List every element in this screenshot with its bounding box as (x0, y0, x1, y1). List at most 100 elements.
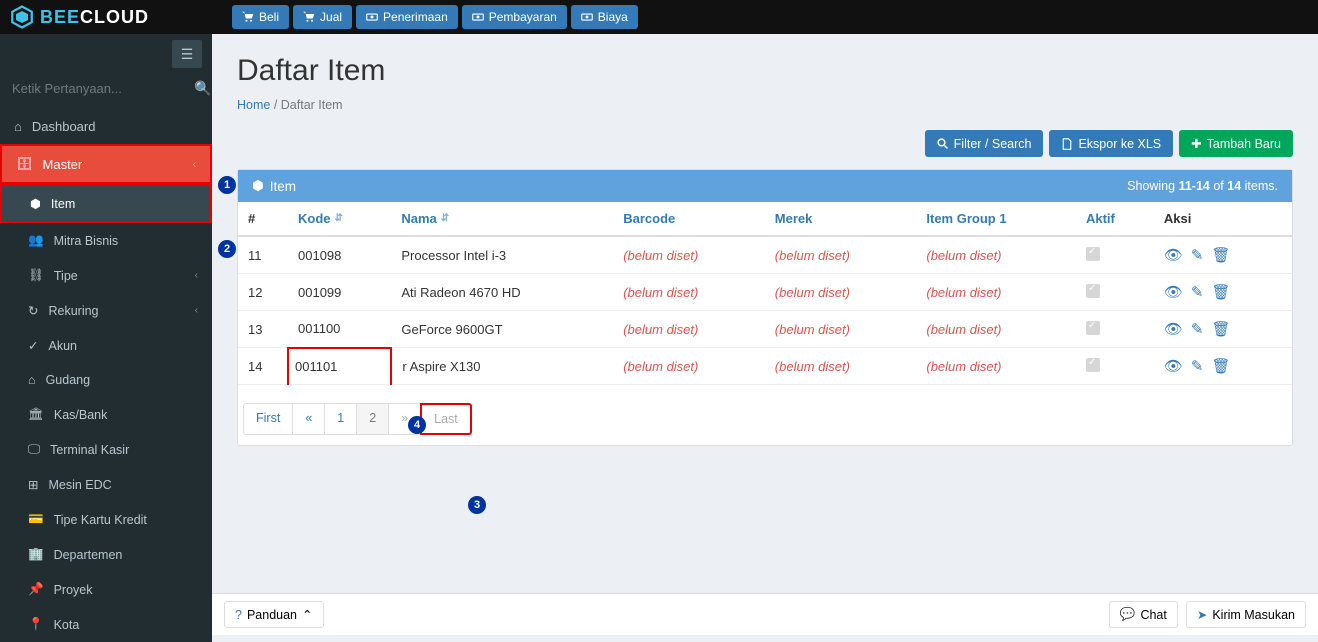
thumbtack-icon: 📌 (28, 582, 44, 597)
sidebar-item-tipekartu[interactable]: 💳Tipe Kartu Kredit (0, 502, 212, 537)
sidebar-search: 🔍 (0, 74, 212, 109)
file-icon (1061, 138, 1073, 150)
add-new-button[interactable]: ✚Tambah Baru (1179, 130, 1293, 157)
view-icon[interactable]: 👁 (1164, 283, 1183, 301)
cell-index: 11 (238, 236, 288, 274)
delete-icon[interactable]: 🗑 (1212, 320, 1231, 338)
sidebar-toggle[interactable]: ☰ (172, 40, 202, 68)
content: Daftar Item Home / Daftar Item Filter / … (212, 34, 1318, 642)
col-kode[interactable]: Kode ⇵ (288, 202, 391, 236)
beli-button[interactable]: Beli (232, 5, 289, 29)
export-xls-button[interactable]: Ekspor ke XLS (1049, 130, 1173, 157)
edit-icon[interactable]: ✎ (1191, 357, 1204, 375)
cell-group: (belum diset) (916, 348, 1076, 385)
col-group[interactable]: Item Group 1 (916, 202, 1076, 236)
chevron-left-icon: ‹ (193, 159, 196, 170)
edit-icon[interactable]: ✎ (1191, 320, 1204, 338)
brand[interactable]: BEECLOUD (10, 5, 222, 29)
feedback-button[interactable]: ➤ Kirim Masukan (1186, 601, 1306, 628)
table-row: 11 001098 Processor Intel i-3 (belum dis… (238, 236, 1292, 274)
cell-aktif (1076, 311, 1154, 348)
biaya-button[interactable]: Biaya (571, 5, 638, 29)
page-last[interactable]: Last (420, 403, 472, 435)
annotation-4: 4 (408, 416, 426, 434)
cell-group: (belum diset) (916, 236, 1076, 274)
jual-button[interactable]: Jual (293, 5, 352, 29)
col-index: # (238, 202, 288, 236)
view-icon[interactable]: 👁 (1164, 246, 1183, 264)
checked-icon (1086, 358, 1100, 372)
col-merek[interactable]: Merek (765, 202, 917, 236)
page-1[interactable]: 1 (324, 403, 357, 435)
sidebar-item-item[interactable]: ⬢Item (0, 184, 212, 223)
page-title: Daftar Item (237, 54, 1293, 88)
edit-icon[interactable]: ✎ (1191, 246, 1204, 264)
edit-icon[interactable]: ✎ (1191, 283, 1204, 301)
logo-icon (10, 5, 34, 29)
desktop-icon: 🖵 (28, 442, 40, 457)
view-icon[interactable]: 👁 (1164, 357, 1183, 375)
page-2[interactable]: 2 (356, 403, 389, 435)
table-row: 13 001100 GeForce 9600GT (belum diset) (… (238, 311, 1292, 348)
sidebar-item-proyek[interactable]: 📌Proyek (0, 572, 212, 607)
delete-icon[interactable]: 🗑 (1212, 283, 1231, 301)
cell-nama: r Aspire X130 (391, 348, 613, 385)
table-header-row: # Kode ⇵ Nama ⇵ Barcode Merek Item Group… (238, 202, 1292, 236)
sidebar-item-mesin[interactable]: ⊞Mesin EDC (0, 467, 212, 502)
col-nama[interactable]: Nama ⇵ (391, 202, 613, 236)
cell-kode: 001099 (288, 274, 391, 311)
panduan-button[interactable]: ? Panduan ⌃ (224, 601, 324, 628)
sidebar-item-kasbank[interactable]: 🏛Kas/Bank (0, 397, 212, 432)
page-first[interactable]: First (243, 403, 293, 435)
cell-kode: 001101 (288, 348, 391, 385)
money-icon (366, 11, 378, 23)
search-icon[interactable]: 🔍 (194, 80, 211, 97)
chat-icon: 💬 (1120, 607, 1136, 622)
cell-kode: 001100 (288, 311, 391, 348)
view-icon[interactable]: 👁 (1164, 320, 1183, 338)
pembayaran-button[interactable]: Pembayaran (462, 5, 567, 29)
cell-nama: Ati Radeon 4670 HD (391, 274, 613, 311)
filter-search-button[interactable]: Filter / Search (925, 130, 1044, 157)
table-row: 14 001101 r Aspire X130 (belum diset) (b… (238, 348, 1292, 385)
page-prev[interactable]: « (292, 403, 325, 435)
col-barcode[interactable]: Barcode (613, 202, 765, 236)
sidebar-item-gudang[interactable]: ⌂Gudang (0, 363, 212, 397)
sidebar-item-kota[interactable]: 📍Kota (0, 607, 212, 642)
cell-index: 13 (238, 311, 288, 348)
credit-card-icon: 💳 (28, 512, 44, 527)
send-icon: ➤ (1197, 607, 1207, 622)
crumb-home[interactable]: Home (237, 98, 270, 112)
home-icon: ⌂ (28, 373, 36, 387)
delete-icon[interactable]: 🗑 (1212, 246, 1231, 264)
sidebar-item-rekuring[interactable]: ↻Rekuring‹ (0, 293, 212, 328)
users-icon: 👥 (28, 233, 44, 248)
pagination: First « 1 2 » Last (244, 403, 1286, 435)
sidebar-item-departemen[interactable]: 🏢Departemen (0, 537, 212, 572)
sidebar-item-master[interactable]: 🗄Master‹ (0, 144, 212, 184)
col-aktif[interactable]: Aktif (1076, 202, 1154, 236)
cell-merek: (belum diset) (765, 236, 917, 274)
map-marker-icon: 📍 (28, 617, 44, 632)
chevron-left-icon: ‹ (195, 270, 198, 281)
chat-button[interactable]: 💬 Chat (1109, 601, 1178, 628)
cell-barcode: (belum diset) (613, 311, 765, 348)
action-bar: Filter / Search Ekspor ke XLS ✚Tambah Ba… (237, 130, 1293, 157)
checked-icon (1086, 247, 1100, 261)
sidebar-item-akun[interactable]: ✓Akun (0, 328, 212, 363)
help-icon: ? (235, 608, 242, 622)
annotation-3: 3 (468, 496, 486, 514)
sidebar-item-tipe[interactable]: ⛓Tipe‹ (0, 258, 212, 293)
footer-bar: ? Panduan ⌃ 💬 Chat ➤ Kirim Masukan (212, 593, 1318, 635)
cube-icon: ⬢ (252, 178, 264, 194)
checked-icon (1086, 284, 1100, 298)
checked-icon (1086, 321, 1100, 335)
sidebar-item-mitra[interactable]: 👥Mitra Bisnis (0, 223, 212, 258)
row-actions: 👁 ✎ 🗑 (1164, 320, 1282, 338)
sidebar-item-terminal[interactable]: 🖵Terminal Kasir (0, 432, 212, 467)
cell-group: (belum diset) (916, 274, 1076, 311)
delete-icon[interactable]: 🗑 (1212, 357, 1231, 375)
search-input[interactable] (12, 81, 188, 96)
penerimaan-button[interactable]: Penerimaan (356, 5, 458, 29)
sidebar-item-dashboard[interactable]: ⌂Dashboard (0, 109, 212, 144)
